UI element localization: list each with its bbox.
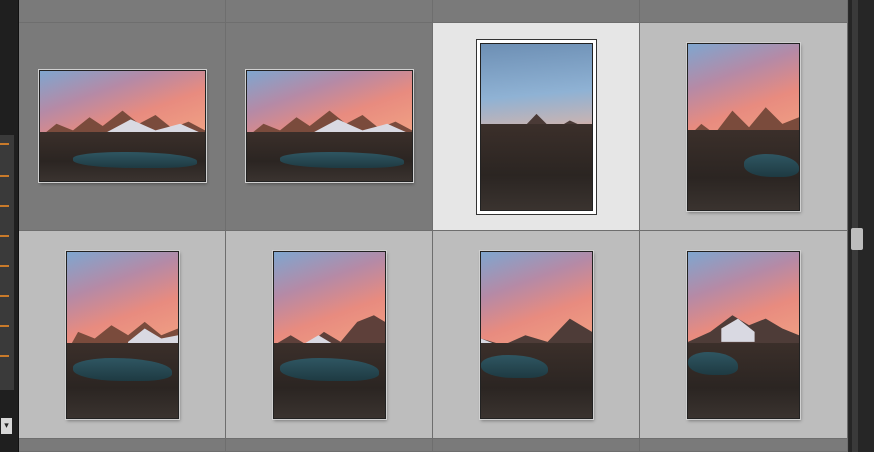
thumbnail-image[interactable] (39, 70, 206, 182)
thumbnail-image[interactable] (687, 251, 800, 419)
panel-filmstrip-edge (0, 135, 14, 390)
grid-cell-partial[interactable] (640, 439, 848, 452)
grid-cell-7[interactable] (433, 231, 640, 439)
scrollbar-thumb[interactable] (851, 228, 863, 250)
vertical-scrollbar[interactable] (849, 0, 874, 452)
thumbnail-image[interactable] (687, 43, 800, 211)
grid-cell-5[interactable] (19, 231, 226, 439)
panel-marker (0, 355, 9, 357)
grid-cell-partial[interactable] (433, 439, 640, 452)
grid-cell-2[interactable] (226, 23, 433, 231)
grid-cell-partial[interactable] (19, 439, 226, 452)
panel-marker (0, 143, 9, 145)
grid-cell-partial[interactable] (433, 0, 640, 23)
panel-marker (0, 295, 9, 297)
thumbnail-ground (481, 343, 592, 418)
grid-cell-3-selected[interactable] (433, 23, 640, 231)
thumbnail-image[interactable] (480, 251, 593, 419)
thumbnail-image[interactable] (246, 70, 413, 182)
collapse-caret-icon[interactable]: ▾ (1, 418, 12, 434)
panel-marker (0, 325, 9, 327)
grid-cell-partial[interactable] (640, 0, 848, 23)
thumbnail-image[interactable] (66, 251, 179, 419)
panel-marker (0, 265, 9, 267)
grid-cell-4[interactable] (640, 23, 848, 231)
grid-cell-partial[interactable] (226, 0, 433, 23)
scrollbar-track[interactable] (852, 0, 858, 452)
thumbnail-image[interactable] (273, 251, 386, 419)
thumbnail-image[interactable] (480, 43, 593, 211)
thumbnail-lake (73, 152, 197, 168)
thumbnail-grid (19, 0, 848, 452)
grid-cell-8[interactable] (640, 231, 848, 439)
panel-marker (0, 175, 9, 177)
left-panel-edge: ▾ (0, 0, 19, 452)
panel-marker (0, 205, 9, 207)
grid-cell-partial[interactable] (19, 0, 226, 23)
thumbnail-lake (280, 152, 404, 168)
thumbnail-ground (481, 123, 592, 210)
grid-cell-partial[interactable] (226, 439, 433, 452)
panel-marker (0, 235, 9, 237)
grid-cell-6[interactable] (226, 231, 433, 439)
grid-cell-1[interactable] (19, 23, 226, 231)
